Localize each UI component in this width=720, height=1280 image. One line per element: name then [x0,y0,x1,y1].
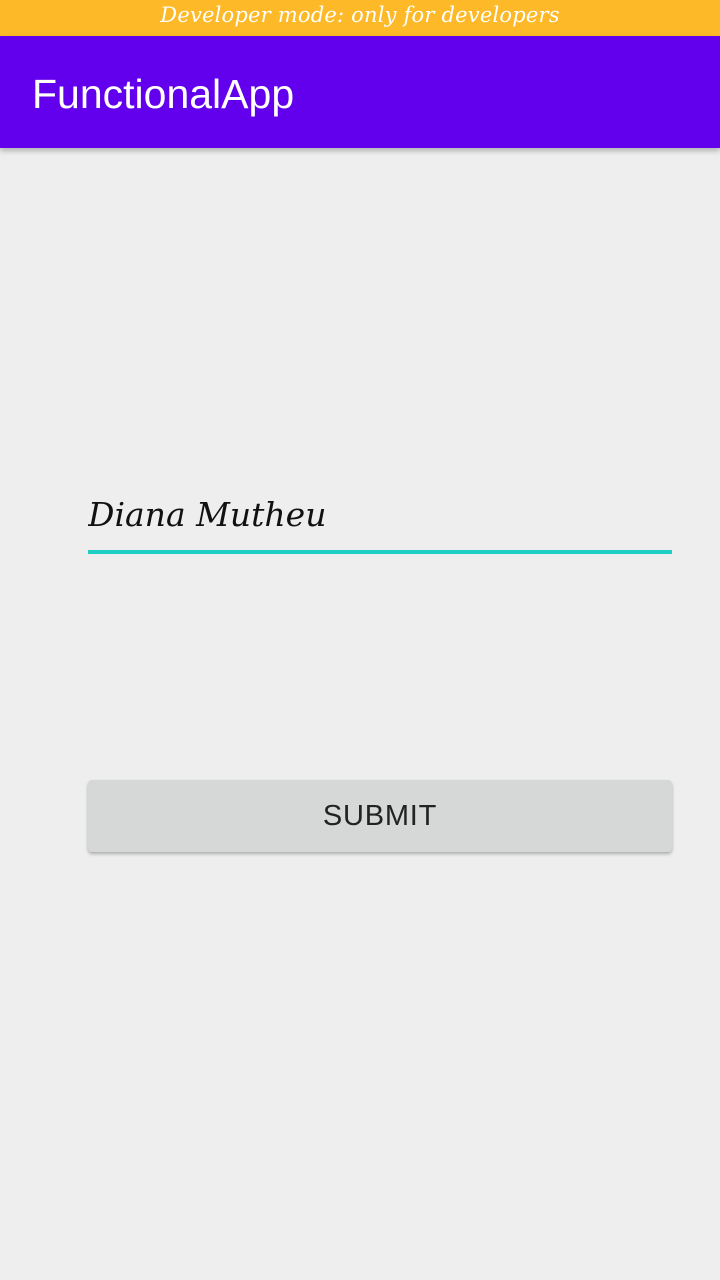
app-screen: Developer mode: only for developers Func… [0,0,720,1280]
developer-mode-banner: Developer mode: only for developers [0,0,720,36]
app-title: FunctionalApp [32,71,295,117]
name-field[interactable] [88,476,672,554]
name-input[interactable] [88,486,672,542]
app-bar: FunctionalApp [0,36,720,148]
submit-button[interactable]: SUBMIT [88,780,672,852]
